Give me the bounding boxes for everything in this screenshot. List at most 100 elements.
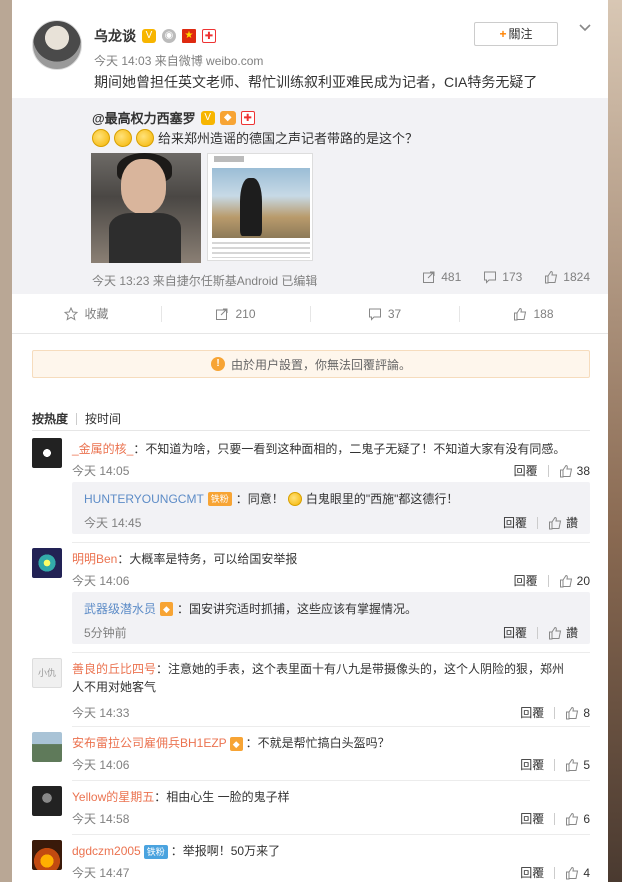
comment-time: 今天 14:06	[72, 574, 130, 588]
background-left	[0, 0, 12, 882]
comment-user[interactable]: 善良的丘比四号	[72, 662, 156, 676]
comment-text: ：大概率是特务，可以给国安举报	[117, 552, 298, 566]
weibo-card: 乌龙谈 V ◉ ★ ✚ 今天 14:03 来自微博 weibo.com 期间她曾…	[12, 0, 608, 882]
reply-button[interactable]: 回覆	[520, 810, 544, 827]
background-right	[608, 0, 622, 882]
comment-user[interactable]: _金属的核_	[72, 442, 133, 456]
thumbs-up-icon	[545, 270, 558, 284]
reply-button[interactable]: 回覆	[520, 864, 544, 881]
thumbs-up-icon	[559, 464, 572, 477]
reply-button[interactable]: 回覆	[503, 514, 527, 531]
follow-label: 關注	[508, 27, 533, 41]
comment-like-button[interactable]: 讚	[548, 514, 578, 531]
thumbs-up-icon	[514, 307, 527, 320]
comment-user[interactable]: 明明Ben	[72, 552, 117, 566]
comment-like-button[interactable]: 6	[565, 812, 590, 826]
tab-time[interactable]: 按时间	[85, 410, 129, 427]
avatar[interactable]: 小仇	[32, 658, 62, 688]
thumbs-up-icon	[566, 758, 579, 771]
fan-badge: 铁粉	[143, 845, 168, 859]
comment-user[interactable]: 安布雷拉公司雇佣兵BH1EZP	[72, 736, 227, 750]
repost-image-1[interactable]	[91, 153, 201, 263]
vip-badge-icon: ◆	[219, 110, 236, 125]
comment-time: 今天 14:47	[72, 866, 130, 880]
follow-button[interactable]: + 關注	[474, 22, 558, 46]
reply-button[interactable]: 回覆	[514, 572, 538, 589]
comment-text-2: 白鬼眼里的"西施"都这德行！	[305, 492, 459, 506]
reply-button[interactable]: 回覆	[520, 756, 544, 773]
repost-image-2[interactable]	[207, 153, 313, 261]
comments-area: ! 由於用户設置，你無法回覆評論。 按热度 按时间 _金属的核_：不知道为啥，只…	[12, 334, 608, 882]
avatar[interactable]	[32, 786, 62, 816]
fan-badge: 铁粉	[207, 491, 232, 506]
repost-author[interactable]: @最高权力西塞罗	[92, 108, 196, 127]
comment-text: ：同意！	[235, 492, 284, 506]
comment-time: 今天 14:05	[72, 464, 130, 478]
comment-user[interactable]: dgdczm2005	[72, 844, 141, 858]
comment-button[interactable]: 37	[310, 294, 459, 333]
post-text: 期间她曾担任英文老师、帮忙训练叙利亚难民成为记者，CIA特务无疑了	[94, 74, 538, 90]
comment-icon	[484, 271, 497, 284]
avatar[interactable]	[32, 840, 62, 870]
comment-text: ：不知道为啥，只要一看到这种面相的，二鬼子无疑了！不知道大家有没有同感。	[133, 442, 566, 456]
comment-like-button[interactable]: 38	[559, 464, 590, 478]
avatar[interactable]	[32, 732, 62, 762]
comment-user[interactable]: HUNTERYOUNGCMT	[84, 492, 204, 506]
comment-text: ：不就是帮忙搞白头盔吗？	[245, 736, 390, 750]
post-header: 乌龙谈 V ◉ ★ ✚ 今天 14:03 来自微博 weibo.com 期间她曾…	[12, 0, 608, 96]
comment-user[interactable]: Yellow的星期五	[72, 790, 154, 804]
avatar[interactable]	[32, 548, 62, 578]
emoji-icon	[92, 128, 110, 147]
comment-text: ：举报啊！50万来了	[170, 844, 281, 858]
star-icon	[64, 306, 79, 321]
comment-like-button[interactable]: 8	[565, 706, 590, 720]
verified-icon: V	[200, 110, 215, 125]
comment-time: 5分钟前	[84, 626, 127, 640]
forward-icon	[423, 271, 435, 283]
forward-icon	[216, 308, 228, 320]
chevron-down-icon[interactable]	[578, 20, 592, 34]
comment-user[interactable]: 武器级潜水员	[84, 600, 156, 617]
action-bar: 收藏 210 37 188	[12, 294, 608, 334]
reply-button[interactable]: 回覆	[503, 624, 527, 641]
like-button[interactable]: 188	[459, 294, 608, 333]
tab-hot[interactable]: 按热度	[32, 410, 76, 427]
comment-time: 今天 14:45	[84, 516, 142, 530]
repost-text: 给来郑州造谣的德国之声记者带路的是这个？	[158, 131, 419, 146]
author-avatar[interactable]	[32, 20, 82, 70]
avatar[interactable]	[32, 438, 62, 468]
comment-text: ：国安讲究适时抓捕，这些应该有掌握情况。	[176, 602, 417, 616]
sub-reply: 武器级潜水员 ◆ ：国安讲究适时抓捕，这些应该有掌握情况。 5分钟前 回覆 讚	[72, 592, 590, 644]
robot-icon: ◉	[162, 29, 176, 43]
reply-button[interactable]: 回覆	[520, 704, 544, 721]
author-name[interactable]: 乌龙谈	[94, 26, 136, 46]
thumbs-up-icon	[566, 812, 579, 825]
forward-button[interactable]: 210	[161, 294, 310, 333]
comment-like-button[interactable]: 5	[565, 758, 590, 772]
comment-time: 今天 14:58	[72, 812, 130, 826]
author-row: 乌龙谈 V ◉ ★ ✚	[94, 26, 216, 46]
repost-forward[interactable]: 481	[422, 270, 461, 284]
comment-like-button[interactable]: 讚	[548, 624, 578, 641]
comment-text: ：相由心生 一脸的鬼子样	[154, 790, 290, 804]
ribbon-icon: ✚	[202, 29, 216, 43]
emoji-icon	[136, 128, 154, 147]
warning-icon: !	[210, 357, 225, 371]
thumbs-up-icon	[566, 866, 579, 879]
repost-text-row: 给来郑州造谣的德国之声记者带路的是这个？	[92, 128, 418, 147]
post-time[interactable]: 今天 14:03	[94, 54, 151, 68]
comment-like-button[interactable]: 20	[559, 574, 590, 588]
repost-comment[interactable]: 173	[483, 270, 522, 284]
emoji-icon	[114, 128, 132, 147]
post-source: 来自微博 weibo.com	[154, 54, 264, 68]
comment-like-button[interactable]: 4	[565, 866, 590, 880]
repost-author-row: @最高权力西塞罗 V ◆ ✚	[92, 108, 255, 127]
repost-box: @最高权力西塞罗 V ◆ ✚ 给来郑州造谣的德国之声记者带路的是这个？ 今天 1…	[12, 98, 608, 294]
china-flag-icon: ★	[182, 29, 196, 43]
vip-badge-icon: ◆	[160, 601, 173, 616]
thumbs-up-icon	[566, 706, 579, 719]
repost-like[interactable]: 1824	[544, 270, 590, 284]
favorite-button[interactable]: 收藏	[12, 294, 161, 333]
reply-button[interactable]: 回覆	[514, 462, 538, 479]
post-meta: 今天 14:03 来自微博 weibo.com	[94, 52, 263, 69]
